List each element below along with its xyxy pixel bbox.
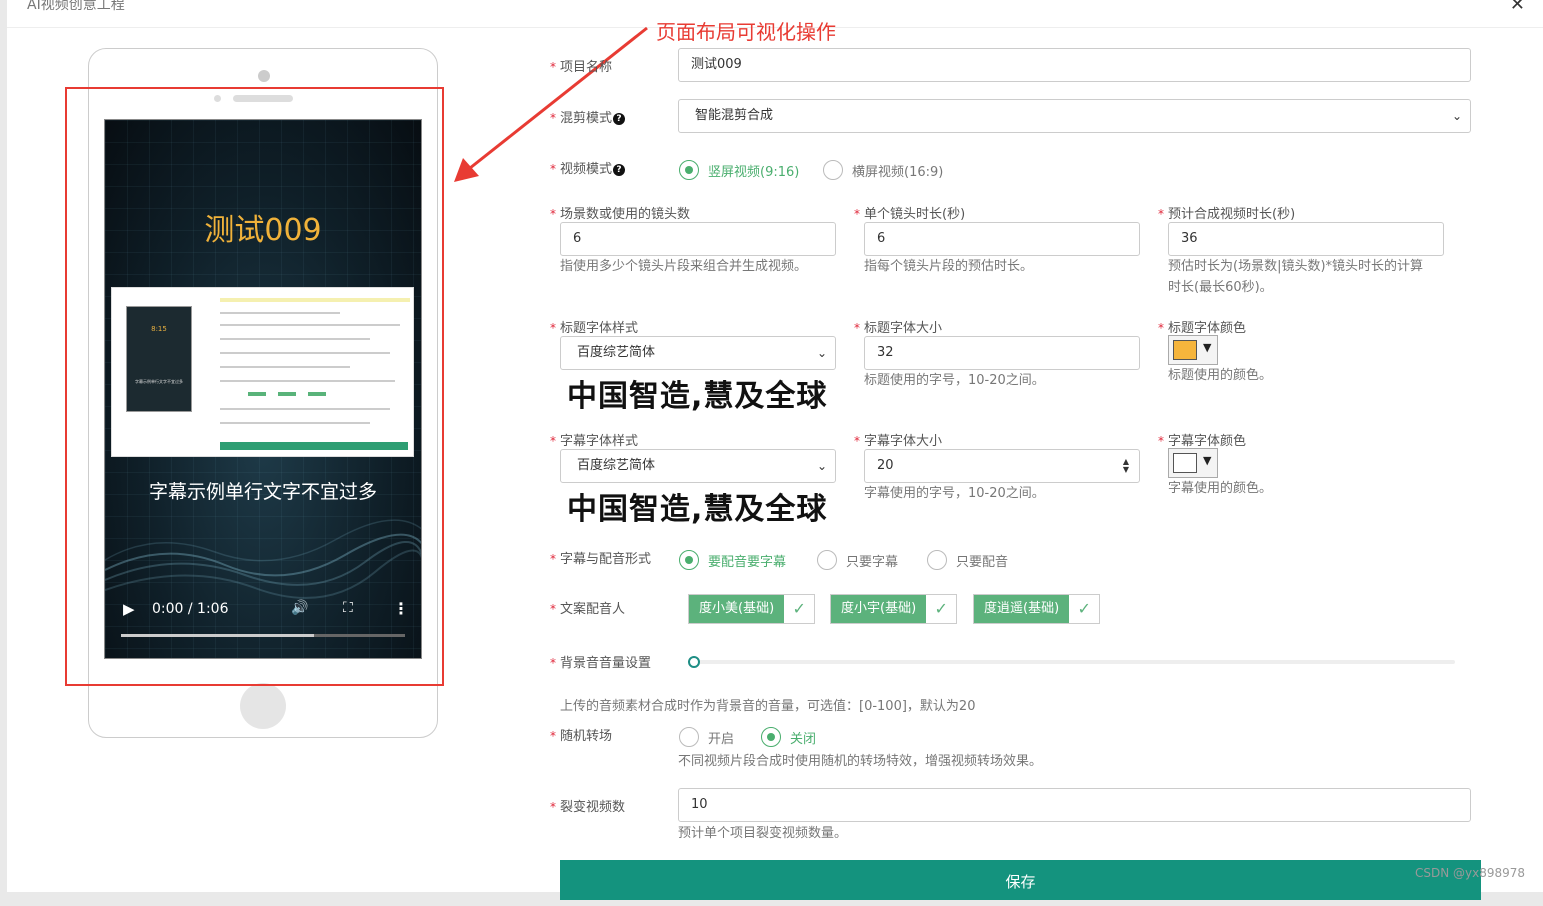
voice-option[interactable]: 度逍遥(基础) ✓ [973, 594, 1101, 624]
save-button[interactable]: 保存 [560, 860, 1481, 900]
total-duration-input[interactable]: 36 [1168, 222, 1444, 256]
title-color-label: * 标题字体颜色 [1158, 321, 1247, 336]
total-duration-label: * 预计合成视频时长(秒) [1158, 207, 1296, 222]
chevron-down-icon: ⌄ [1451, 109, 1462, 123]
home-button [240, 683, 286, 729]
random-transition-note: 不同视频片段合成时使用随机的转场特效，增强视频转场效果。 [678, 754, 1043, 769]
project-name-label: * 项目名称 [550, 60, 613, 75]
sub-font-label: * 字幕字体样式 [550, 434, 639, 449]
mix-mode-label: * 混剪模式? [550, 107, 626, 126]
spinner-icon: ▲ ▼ [1122, 457, 1129, 474]
title-size-label: * 标题字体大小 [854, 321, 943, 336]
chevron-down-icon: ⌄ [816, 459, 827, 473]
sub-size-label: * 字幕字体大小 [854, 434, 943, 449]
fission-count-note: 预计单个项目裂变视频数量。 [678, 826, 848, 841]
sub-color-picker[interactable]: ▼ [1168, 448, 1218, 478]
shot-duration-input[interactable]: 6 [864, 222, 1140, 256]
sub-color-note: 字幕使用的颜色。 [1168, 481, 1273, 496]
modal-dialog: AI视频创意工程 ✕ 测试009 8:15 字幕示例单行文字不宜过多 字幕示例单… [7, 0, 1543, 900]
voice-option[interactable]: 度小宇(基础) ✓ [830, 594, 958, 624]
fission-count-input[interactable]: 10 [678, 788, 1471, 822]
bgm-volume-note: 上传的音频素材合成时作为背景音的音量，可选值：[0-100]，默认为20 [560, 699, 976, 714]
scene-count-label: * 场景数或使用的镜头数 [550, 207, 691, 222]
bgm-volume-slider[interactable] [693, 660, 1455, 664]
chevron-down-icon: ⌄ [816, 346, 827, 360]
sub-font-select[interactable]: 百度综艺简体 ⌄ [560, 449, 836, 483]
watermark: CSDN @yx898978 [1415, 866, 1526, 880]
annotation-text: 页面布局可视化操作 [656, 20, 836, 44]
voice-option[interactable]: 度小美(基础) ✓ [688, 594, 816, 624]
radio-landscape[interactable]: 横屏视频(16:9) [823, 160, 943, 180]
random-transition-label: * 随机转场 [550, 729, 613, 744]
fission-count-label: * 裂变视频数 [550, 800, 626, 815]
color-swatch [1173, 340, 1197, 360]
scene-count-note: 指使用多少个镜头片段来组合并生成视频。 [560, 259, 808, 274]
highlight-box [65, 87, 444, 686]
check-icon: ✓ [1069, 595, 1100, 623]
title-font-select[interactable]: 百度综艺简体 ⌄ [560, 336, 836, 370]
sub-voice-form-label: * 字幕与配音形式 [550, 552, 652, 567]
total-duration-note-2: 时长(最长60秒)。 [1168, 280, 1273, 295]
help-icon[interactable]: ? [613, 112, 626, 125]
scene-count-input[interactable]: 6 [560, 222, 836, 256]
radio-transition-on[interactable]: 开启 [679, 727, 734, 747]
radio-voice-only[interactable]: 只要配音 [927, 550, 1008, 570]
slider-handle[interactable] [688, 656, 700, 668]
modal-title: AI视频创意工程 [27, 0, 125, 13]
total-duration-note: 预估时长为(场景数|镜头数)*镜头时长的计算 [1168, 259, 1424, 274]
radio-transition-off[interactable]: 关闭 [761, 727, 816, 747]
sub-size-note: 字幕使用的字号，10-20之间。 [864, 486, 1045, 501]
check-icon: ✓ [784, 595, 815, 623]
title-color-note: 标题使用的颜色。 [1168, 368, 1273, 383]
voice-actor-label: * 文案配音人 [550, 602, 626, 617]
video-mode-label: * 视频模式? [550, 158, 626, 177]
sub-size-input[interactable]: 20 ▲ ▼ [864, 449, 1140, 483]
title-size-input[interactable]: 32 [864, 336, 1140, 370]
title-font-label: * 标题字体样式 [550, 321, 639, 336]
project-name-input[interactable]: 测试009 [678, 48, 1471, 82]
mix-mode-select[interactable]: 智能混剪合成 ⌄ [678, 99, 1471, 133]
close-icon[interactable]: ✕ [1510, 0, 1525, 15]
check-icon: ✓ [926, 595, 957, 623]
help-icon[interactable]: ? [613, 163, 626, 176]
title-font-sample: 中国智造,慧及全球 [567, 379, 828, 414]
caret-down-icon: ▼ [1203, 341, 1212, 354]
shot-duration-note: 指每个镜头片段的预估时长。 [864, 259, 1034, 274]
shot-duration-label: * 单个镜头时长(秒) [854, 207, 966, 222]
color-swatch [1173, 453, 1197, 473]
title-size-note: 标题使用的字号，10-20之间。 [864, 373, 1045, 388]
radio-portrait[interactable]: 竖屏视频(9:16) [679, 160, 799, 180]
title-color-picker[interactable]: ▼ [1168, 335, 1218, 365]
radio-sub-only[interactable]: 只要字幕 [817, 550, 898, 570]
camera-icon [258, 70, 270, 82]
sub-font-sample: 中国智造,慧及全球 [567, 492, 828, 527]
sub-color-label: * 字幕字体颜色 [1158, 434, 1247, 449]
caret-down-icon: ▼ [1203, 454, 1212, 467]
radio-voice-and-sub[interactable]: 要配音要字幕 [679, 550, 786, 570]
bgm-volume-label: * 背景音音量设置 [550, 656, 652, 671]
